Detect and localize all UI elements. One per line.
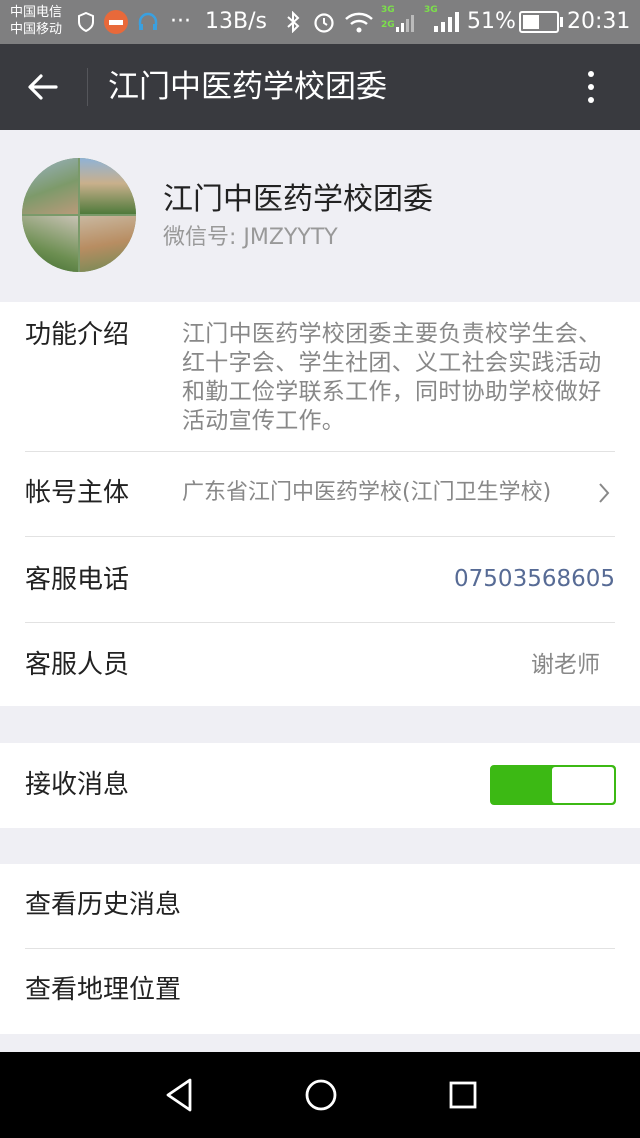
receive-label: 接收消息 bbox=[25, 770, 130, 800]
network-speed: 13B/s bbox=[205, 9, 267, 34]
avatar-tile bbox=[22, 158, 78, 214]
title-bar: 江门中医药学校团委 bbox=[0, 44, 640, 130]
toggle-knob bbox=[552, 767, 614, 803]
carrier-2: 中国移动 bbox=[10, 22, 63, 37]
profile-header: 江门中医药学校团委 微信号: JMZYYTY bbox=[0, 130, 640, 302]
carrier-info: 中国电信 中国移动 bbox=[10, 4, 62, 38]
entity-label: 帐号主体 bbox=[25, 478, 130, 508]
location-label: 查看地理位置 bbox=[25, 975, 182, 1005]
actions-section: 查看历史消息 查看地理位置 bbox=[0, 864, 640, 1034]
staff-value: 谢老师 bbox=[531, 652, 600, 678]
bluetooth-icon bbox=[283, 10, 303, 34]
avatar[interactable] bbox=[22, 158, 136, 272]
chevron-right-icon bbox=[598, 482, 610, 508]
back-button[interactable] bbox=[20, 64, 66, 110]
intro-label: 功能介绍 bbox=[25, 320, 130, 350]
staff-label: 客服人员 bbox=[25, 650, 130, 680]
nav-back-button[interactable] bbox=[154, 1072, 204, 1118]
entity-row[interactable]: 帐号主体 广东省江门中医药学校(江门卫生学校) bbox=[0, 452, 640, 537]
phone-value[interactable]: 07503568605 bbox=[454, 564, 615, 594]
more-dot-icon bbox=[588, 71, 594, 77]
battery-percent: 51% bbox=[467, 9, 516, 34]
title-divider bbox=[87, 68, 88, 106]
phone-label: 客服电话 bbox=[25, 565, 130, 595]
more-options-button[interactable] bbox=[568, 64, 614, 110]
account-name: 江门中医药学校团委 bbox=[163, 182, 433, 217]
avatar-tile bbox=[80, 216, 136, 272]
location-row[interactable]: 查看地理位置 bbox=[0, 949, 640, 1034]
avatar-tile bbox=[22, 216, 78, 272]
signal-icon bbox=[395, 10, 415, 34]
nav-home-button[interactable] bbox=[296, 1072, 346, 1118]
wifi-icon bbox=[343, 10, 375, 34]
battery-icon bbox=[519, 11, 559, 33]
alarm-icon bbox=[311, 10, 337, 34]
navigation-bar bbox=[0, 1052, 640, 1138]
intro-text: 江门中医药学校团委主要负责校学生会、红十字会、学生社团、义工社会实践活动和勤工俭… bbox=[182, 321, 602, 434]
wechat-id: 微信号: JMZYYTY bbox=[163, 225, 338, 250]
headset-icon bbox=[136, 10, 160, 34]
circle-home-icon bbox=[305, 1079, 337, 1111]
clock: 20:31 bbox=[567, 9, 631, 34]
info-section: 功能介绍 江门中医药学校团委主要负责校学生会、红十字会、学生社团、义工社会实践活… bbox=[0, 302, 640, 706]
battery-tip bbox=[560, 17, 563, 27]
receive-messages-toggle[interactable] bbox=[490, 765, 616, 805]
square-recents-icon bbox=[449, 1081, 477, 1109]
intro-row: 功能介绍 江门中医药学校团委主要负责校学生会、红十字会、学生社团、义工社会实践活… bbox=[0, 302, 640, 451]
phone-row[interactable]: 客服电话 07503568605 bbox=[0, 537, 640, 622]
signal-icon bbox=[432, 10, 460, 34]
carrier-1: 中国电信 bbox=[10, 5, 63, 20]
more-notifications: ··· bbox=[170, 9, 191, 34]
net-tag-2: 2G bbox=[381, 20, 395, 30]
net-tag-1: 3G bbox=[381, 5, 395, 15]
page-title: 江门中医药学校团委 bbox=[108, 69, 387, 105]
back-arrow-icon bbox=[28, 74, 58, 100]
app-icon bbox=[102, 10, 130, 34]
avatar-tile bbox=[80, 158, 136, 214]
entity-value: 广东省江门中医药学校(江门卫生学校) bbox=[182, 480, 552, 505]
more-dot-icon bbox=[588, 97, 594, 103]
battery-fill bbox=[523, 15, 539, 29]
history-row[interactable]: 查看历史消息 bbox=[0, 864, 640, 948]
shield-icon bbox=[76, 10, 96, 34]
nav-recents-button[interactable] bbox=[438, 1072, 488, 1118]
triangle-back-icon bbox=[166, 1078, 192, 1112]
more-dot-icon bbox=[588, 84, 594, 90]
status-bar: 中国电信 中国移动 ··· 13B/s 3G 2G 3G 51% 20:31 bbox=[0, 0, 640, 44]
receive-section: 接收消息 bbox=[0, 743, 640, 828]
history-label: 查看历史消息 bbox=[25, 890, 182, 920]
staff-row: 客服人员 谢老师 bbox=[0, 623, 640, 706]
